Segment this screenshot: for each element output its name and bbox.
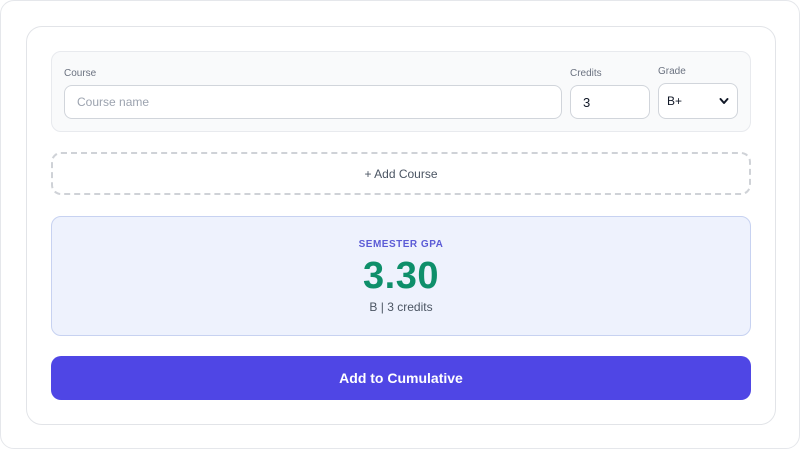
grade-select-value: B+ [667, 94, 683, 108]
page-frame: Course Credits Grade B+ + Add Course SEM… [0, 0, 800, 449]
semester-gpa-summary: B | 3 credits [369, 300, 433, 314]
course-row: Course Credits Grade B+ [51, 51, 751, 132]
credits-label: Credits [570, 68, 602, 79]
semester-gpa-value: 3.30 [363, 255, 439, 297]
grade-select[interactable]: B+ [658, 83, 738, 119]
grade-label: Grade [658, 66, 686, 77]
gpa-calculator-card: Course Credits Grade B+ + Add Course SEM… [26, 26, 776, 425]
add-course-button[interactable]: + Add Course [51, 152, 751, 195]
course-name-input[interactable] [64, 85, 562, 119]
semester-gpa-label: SEMESTER GPA [358, 239, 444, 250]
semester-gpa-panel: SEMESTER GPA 3.30 B | 3 credits [51, 216, 751, 336]
add-to-cumulative-button[interactable]: Add to Cumulative [51, 356, 751, 400]
credits-input[interactable] [570, 85, 650, 119]
chevron-down-icon [719, 98, 729, 104]
course-label: Course [64, 68, 97, 79]
